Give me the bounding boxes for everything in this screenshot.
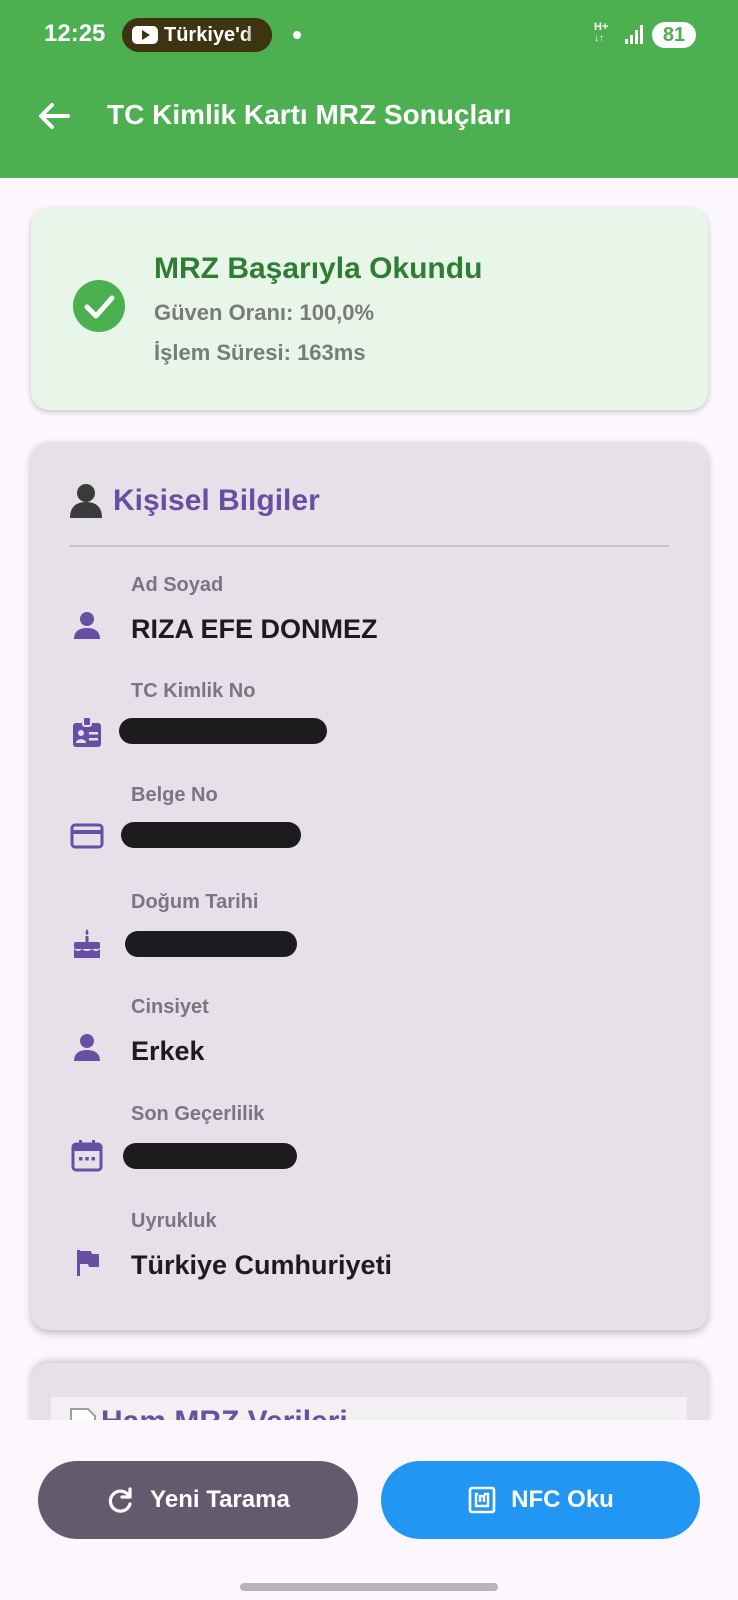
field-label: Ad Soyad [131, 574, 224, 596]
new-scan-label: Yeni Tarama [150, 1486, 290, 1513]
personal-info-card: Kişisel Bilgiler Ad Soyad RIZA EFE DONME… [31, 442, 708, 1330]
signal-icon [625, 24, 645, 44]
arrow-left-icon[interactable] [34, 96, 74, 136]
field-dogum-tarihi: Doğum Tarihi [31, 891, 708, 991]
redacted-value [119, 718, 327, 744]
refresh-icon [109, 1487, 132, 1513]
notification-dot [293, 31, 301, 39]
field-value: Erkek [131, 1036, 205, 1066]
field-label: Son Geçerlilik [131, 1103, 265, 1125]
success-card: MRZ Başarıyla Okundu Güven Oranı: 100,0%… [31, 208, 708, 410]
nfc-read-button[interactable]: NFC Oku [381, 1461, 700, 1539]
page-title: TC Kimlik Kartı MRZ Sonuçları [107, 99, 512, 130]
section-title: Kişisel Bilgiler [113, 484, 320, 517]
nfc-read-label: NFC Oku [511, 1486, 614, 1513]
redacted-value [123, 1143, 297, 1169]
person-silhouette-icon [70, 484, 102, 518]
divider [69, 545, 669, 547]
redacted-value [121, 822, 301, 848]
field-label: TC Kimlik No [131, 680, 256, 702]
status-bar: 12:25 Türkiye'd H+ ↓↑ 81 [0, 0, 738, 72]
app-bar: 12:25 Türkiye'd H+ ↓↑ 81 TC Kimlik Kartı… [0, 0, 738, 178]
person-icon [74, 612, 100, 639]
redacted-value [125, 931, 297, 957]
success-title: MRZ Başarıyla Okundu [154, 252, 483, 285]
field-value: Türkiye Cumhuriyeti [131, 1250, 393, 1280]
person-icon [74, 1034, 100, 1061]
field-belge-no: Belge No [31, 784, 708, 884]
duration-text: İşlem Süresi: 163ms [154, 340, 366, 365]
id-badge-icon [73, 716, 101, 747]
check-circle-icon [73, 280, 125, 332]
status-time: 12:25 [44, 20, 106, 47]
credit-card-icon [70, 823, 104, 849]
raw-mrz-card: Ham MRZ Verileri [31, 1363, 708, 1423]
confidence-text: Güven Oranı: 100,0% [154, 300, 375, 325]
field-uyrukluk: Uyrukluk Türkiye Cumhuriyeti [31, 1210, 708, 1310]
field-label: Cinsiyet [131, 996, 209, 1018]
field-ad-soyad: Ad Soyad RIZA EFE DONMEZ [31, 574, 708, 674]
cake-icon [74, 929, 100, 958]
network-type: H+ ↓↑ [594, 21, 609, 45]
field-son-gecerlilik: Son Geçerlilik [31, 1103, 708, 1203]
nfc-icon [468, 1486, 496, 1514]
flag-icon [77, 1250, 99, 1276]
youtube-chip[interactable]: Türkiye'd [122, 18, 272, 52]
field-tc-kimlik-no: TC Kimlik No [31, 680, 708, 780]
youtube-icon [132, 26, 158, 44]
field-label: Belge No [131, 784, 218, 806]
field-label: Uyrukluk [131, 1210, 217, 1232]
field-cinsiyet: Cinsiyet Erkek [31, 996, 708, 1096]
field-label: Doğum Tarihi [131, 891, 259, 913]
home-indicator[interactable] [240, 1583, 498, 1591]
calendar-icon [71, 1140, 103, 1172]
field-value: RIZA EFE DONMEZ [131, 614, 378, 644]
battery-indicator: 81 [652, 22, 696, 48]
new-scan-button[interactable]: Yeni Tarama [38, 1461, 358, 1539]
